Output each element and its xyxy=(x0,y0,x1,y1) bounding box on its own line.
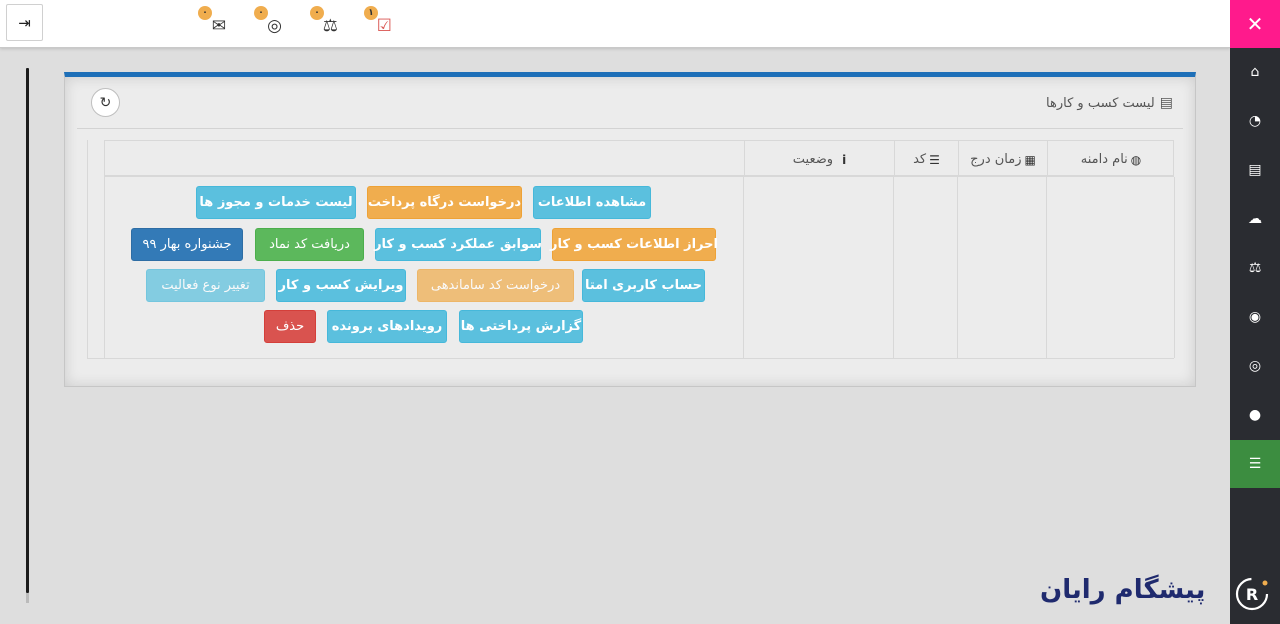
table-header-row: ◍ نام دامنه ▦ زمان درج ☰ کد i وضعیت xyxy=(104,140,1174,177)
col-divider xyxy=(1046,177,1047,358)
refresh-icon: ↻ xyxy=(99,94,112,111)
delete-button[interactable]: حذف xyxy=(264,310,316,343)
logout-button[interactable]: ⇥ xyxy=(6,4,43,41)
close-icon: ✕ xyxy=(1246,12,1264,36)
user-icon: ● xyxy=(1248,407,1262,423)
header-status-label: وضعیت xyxy=(792,152,834,167)
sidebar-item-complaints[interactable]: ⚖ xyxy=(1230,244,1280,292)
brand: پیشگام رایان xyxy=(1040,570,1206,610)
file-events-button[interactable]: رویدادهای پرونده xyxy=(327,310,447,343)
scroll-track xyxy=(26,68,29,593)
sidebar-item-home[interactable]: ⌂ xyxy=(1230,48,1280,96)
col-divider xyxy=(104,177,105,358)
sidebar-item-businesses[interactable]: ☰ xyxy=(1230,440,1280,488)
scroll-track-end xyxy=(26,593,29,603)
messages-badge: ۰ xyxy=(198,6,212,20)
support-notification[interactable]: ◎ ۰ xyxy=(254,6,282,36)
divider xyxy=(77,128,1183,129)
envelope-open-icon: ✉ xyxy=(211,16,226,36)
eye-icon: ◉ xyxy=(1248,309,1262,325)
festival-button[interactable]: جشنواره بهار ۹۹ xyxy=(131,228,243,261)
svg-text:R: R xyxy=(1246,585,1258,604)
sidebar: ⌂ ◔ ▤ ☁ ⚖ ◉ ◎ ● ☰ xyxy=(1230,48,1280,624)
services-list-button[interactable]: لیست خدمات و مجوز ها xyxy=(196,186,356,219)
view-info-button[interactable]: مشاهده اطلاعات xyxy=(533,186,651,219)
col-divider xyxy=(743,177,744,358)
sidebar-item-view[interactable]: ◉ xyxy=(1230,293,1280,341)
list-icon: ☰ xyxy=(929,152,940,167)
support-badge: ۰ xyxy=(254,6,268,20)
organize-request-button[interactable]: درخواست کد ساماندهی xyxy=(417,269,574,302)
globe-icon: ◍ xyxy=(1130,152,1142,167)
brand-logo: R xyxy=(1235,577,1269,611)
calendar-badge: ۱ xyxy=(364,6,378,20)
header-date[interactable]: ▦ زمان درج xyxy=(959,141,1047,178)
life-ring-icon: ◎ xyxy=(267,16,282,36)
col-divider xyxy=(893,177,894,358)
dashboard-icon: ◔ xyxy=(1248,113,1262,129)
performance-history-button[interactable]: سوابق عملکرد کسب و کار xyxy=(374,228,542,261)
gateway-request-button[interactable]: درخواست درگاه پرداخت xyxy=(367,186,522,219)
info-icon: i xyxy=(842,152,847,167)
header-code[interactable]: ☰ کد xyxy=(895,141,958,178)
calendar-check-icon: ☑ xyxy=(376,16,392,36)
col-divider xyxy=(1174,177,1175,358)
get-enamad-button[interactable]: دریافت کد نماد xyxy=(255,228,364,261)
payment-report-button[interactable]: گزارش پرداختی ها xyxy=(459,310,583,343)
header-code-label: کد xyxy=(913,152,927,167)
calendar-icon: ▦ xyxy=(1024,152,1036,167)
header-date-label: زمان درج xyxy=(970,152,1022,167)
home-icon: ⌂ xyxy=(1250,64,1260,80)
balance-scale-icon: ⚖ xyxy=(1248,260,1262,276)
panel-title: ▤ لیست کسب و کارها xyxy=(1046,95,1173,111)
cloud-icon: ☁ xyxy=(1248,211,1262,227)
sidebar-item-cloud[interactable]: ☁ xyxy=(1230,195,1280,243)
verify-info-button[interactable]: احراز اطلاعات کسب و کار xyxy=(550,228,718,261)
id-card-icon: ▤ xyxy=(1159,95,1173,111)
header-domain-label: نام دامنه xyxy=(1080,152,1128,167)
header-domain[interactable]: ◍ نام دامنه xyxy=(1048,141,1174,178)
brand-name: پیشگام رایان xyxy=(1040,575,1206,605)
col-divider xyxy=(957,177,958,358)
change-activity-button[interactable]: تغییر نوع فعالیت xyxy=(146,269,265,302)
sidebar-item-dashboard[interactable]: ◔ xyxy=(1230,97,1280,145)
header-status[interactable]: i وضعیت xyxy=(745,141,894,178)
sign-out-icon: ⇥ xyxy=(18,13,31,32)
refresh-button[interactable]: ↻ xyxy=(91,88,120,117)
life-ring-icon: ◎ xyxy=(1248,358,1262,374)
complaints-badge: ۰ xyxy=(310,6,324,20)
panel-title-text: لیست کسب و کارها xyxy=(1046,95,1155,111)
messages-notification[interactable]: ✉ ۰ xyxy=(198,6,226,36)
sidebar-item-support[interactable]: ◎ xyxy=(1230,342,1280,390)
top-bar: ⇥ ✉ ۰ ◎ ۰ ⚖ ۰ ☑ ۱ xyxy=(0,0,1230,48)
amta-account-button[interactable]: حساب کاربری امتا xyxy=(582,269,705,302)
edit-business-button[interactable]: ویرایش کسب و کار xyxy=(276,269,406,302)
calendar-notification[interactable]: ☑ ۱ xyxy=(364,6,392,36)
sidebar-item-user[interactable]: ● xyxy=(1230,391,1280,439)
sidebar-item-profile[interactable]: ▤ xyxy=(1230,146,1280,194)
list-indent-icon: ☰ xyxy=(1248,456,1262,472)
balance-scale-icon: ⚖ xyxy=(322,16,338,36)
complaints-notification[interactable]: ⚖ ۰ xyxy=(310,6,338,36)
id-card-icon: ▤ xyxy=(1248,162,1262,178)
close-sidebar-button[interactable]: ✕ xyxy=(1230,0,1280,48)
